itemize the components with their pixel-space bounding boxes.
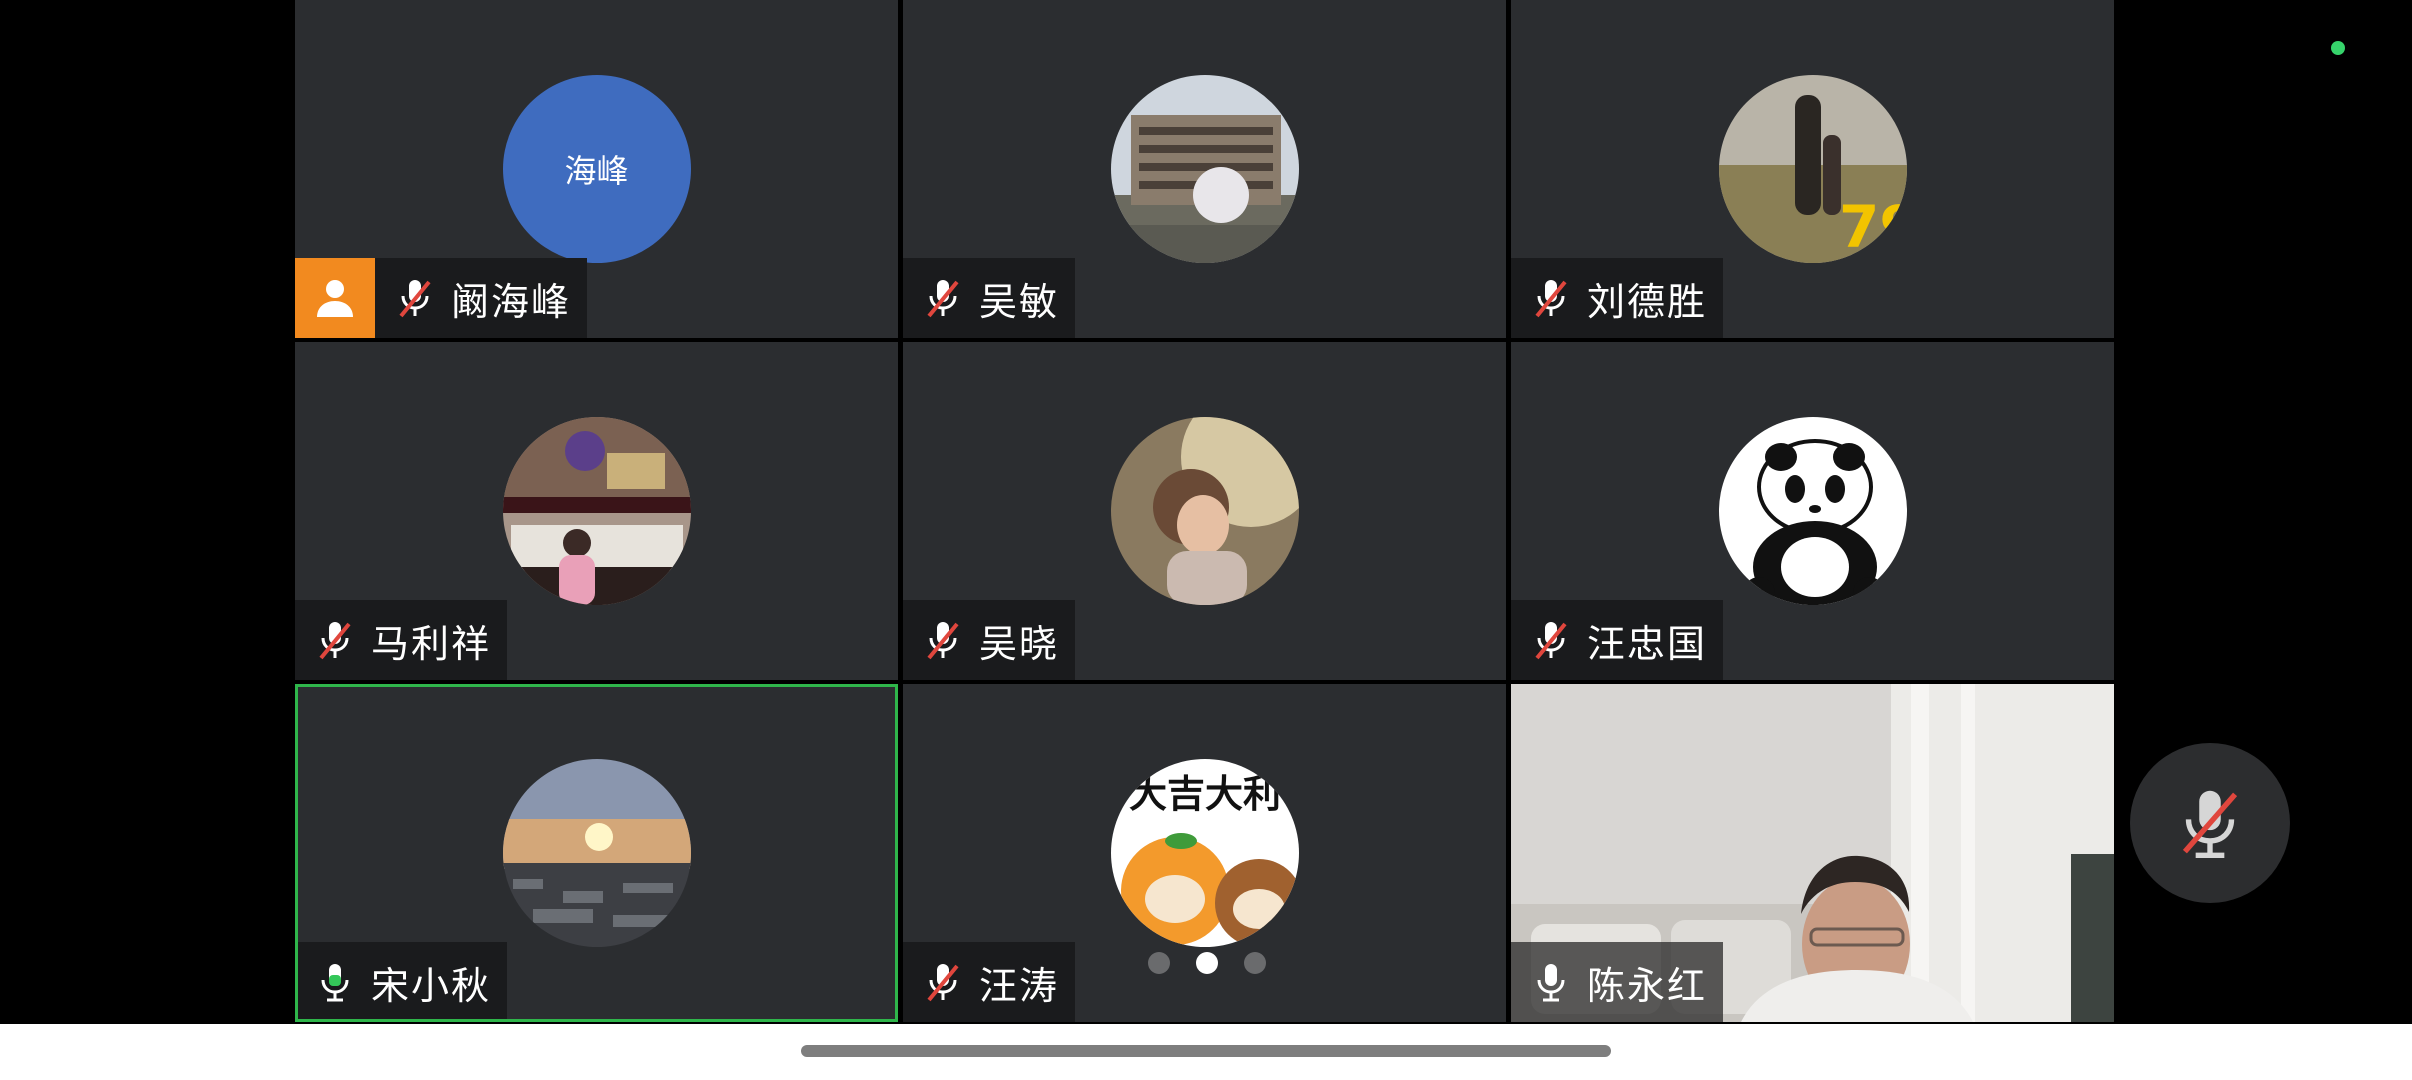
- mic-muted-icon: [915, 954, 971, 1010]
- name-label: 宋小秋: [298, 942, 508, 1019]
- avatar: [1718, 417, 1907, 605]
- participant-name: 刘德胜: [1587, 279, 1708, 324]
- name-label: 汪涛: [903, 942, 1076, 1022]
- participant-tile[interactable]: 马利祥: [295, 342, 898, 680]
- mic-muted-icon: [915, 612, 971, 668]
- name-label: 刘德胜: [1511, 258, 1724, 338]
- avatar-number: 79: [1839, 193, 1907, 261]
- mic-icon: [1523, 954, 1579, 1010]
- name-label: 吴晓: [903, 600, 1076, 680]
- page-indicator[interactable]: [1147, 952, 1266, 974]
- participant-name: 汪忠国: [1587, 621, 1708, 666]
- participant-tile[interactable]: 79 刘德胜: [1511, 0, 2114, 338]
- mic-muted-icon: [307, 612, 363, 668]
- status-dot: [2331, 41, 2345, 55]
- name-label: 陈永红: [1511, 942, 1724, 1022]
- avatar-initials: 海峰: [564, 152, 629, 190]
- avatar: 79: [1718, 75, 1907, 263]
- mic-muted-icon: [387, 270, 443, 326]
- host-badge: [295, 258, 375, 338]
- participant-tile-video[interactable]: 陈永红: [1511, 684, 2114, 1022]
- mic-muted-icon: [1523, 612, 1579, 668]
- page-dot[interactable]: [1147, 952, 1170, 974]
- avatar: 大吉大利: [1110, 759, 1299, 947]
- avatar: 海峰: [502, 75, 691, 263]
- avatar-caption: 大吉大利: [1128, 772, 1280, 816]
- mute-toggle-button[interactable]: [2130, 743, 2290, 903]
- participant-tile[interactable]: 汪忠国: [1511, 342, 2114, 680]
- avatar: [502, 759, 691, 947]
- avatar: [1110, 75, 1299, 263]
- participant-tile-active[interactable]: 宋小秋: [295, 684, 898, 1022]
- participant-name: 阚海峰: [451, 279, 572, 324]
- mic-muted-icon: [915, 270, 971, 326]
- person-icon: [317, 280, 353, 317]
- name-label: 汪忠国: [1511, 600, 1724, 680]
- participant-tile[interactable]: 海峰 阚海峰: [295, 0, 898, 338]
- page-dot-current[interactable]: [1195, 952, 1218, 974]
- avatar: [502, 417, 691, 605]
- mic-muted-icon: [2182, 790, 2238, 858]
- participant-name: 吴晓: [979, 621, 1060, 666]
- participant-name: 吴敏: [979, 279, 1060, 324]
- participant-tile[interactable]: 吴敏: [903, 0, 1506, 338]
- page-dot[interactable]: [1243, 952, 1266, 974]
- name-label: 马利祥: [295, 600, 508, 680]
- name-label: 吴敏: [903, 258, 1076, 338]
- home-indicator[interactable]: [801, 1045, 1611, 1057]
- participant-tile[interactable]: 吴晓: [903, 342, 1506, 680]
- avatar: [1110, 417, 1299, 605]
- name-label: 阚海峰: [375, 258, 588, 338]
- participant-name: 宋小秋: [371, 963, 492, 1008]
- mic-muted-icon: [1523, 270, 1579, 326]
- participant-name: 汪涛: [979, 963, 1060, 1008]
- participant-name: 马利祥: [371, 621, 492, 666]
- participant-tile[interactable]: 大吉大利 汪涛: [903, 684, 1506, 1022]
- participant-name: 陈永红: [1587, 963, 1708, 1008]
- mic-active-icon: [307, 954, 363, 1010]
